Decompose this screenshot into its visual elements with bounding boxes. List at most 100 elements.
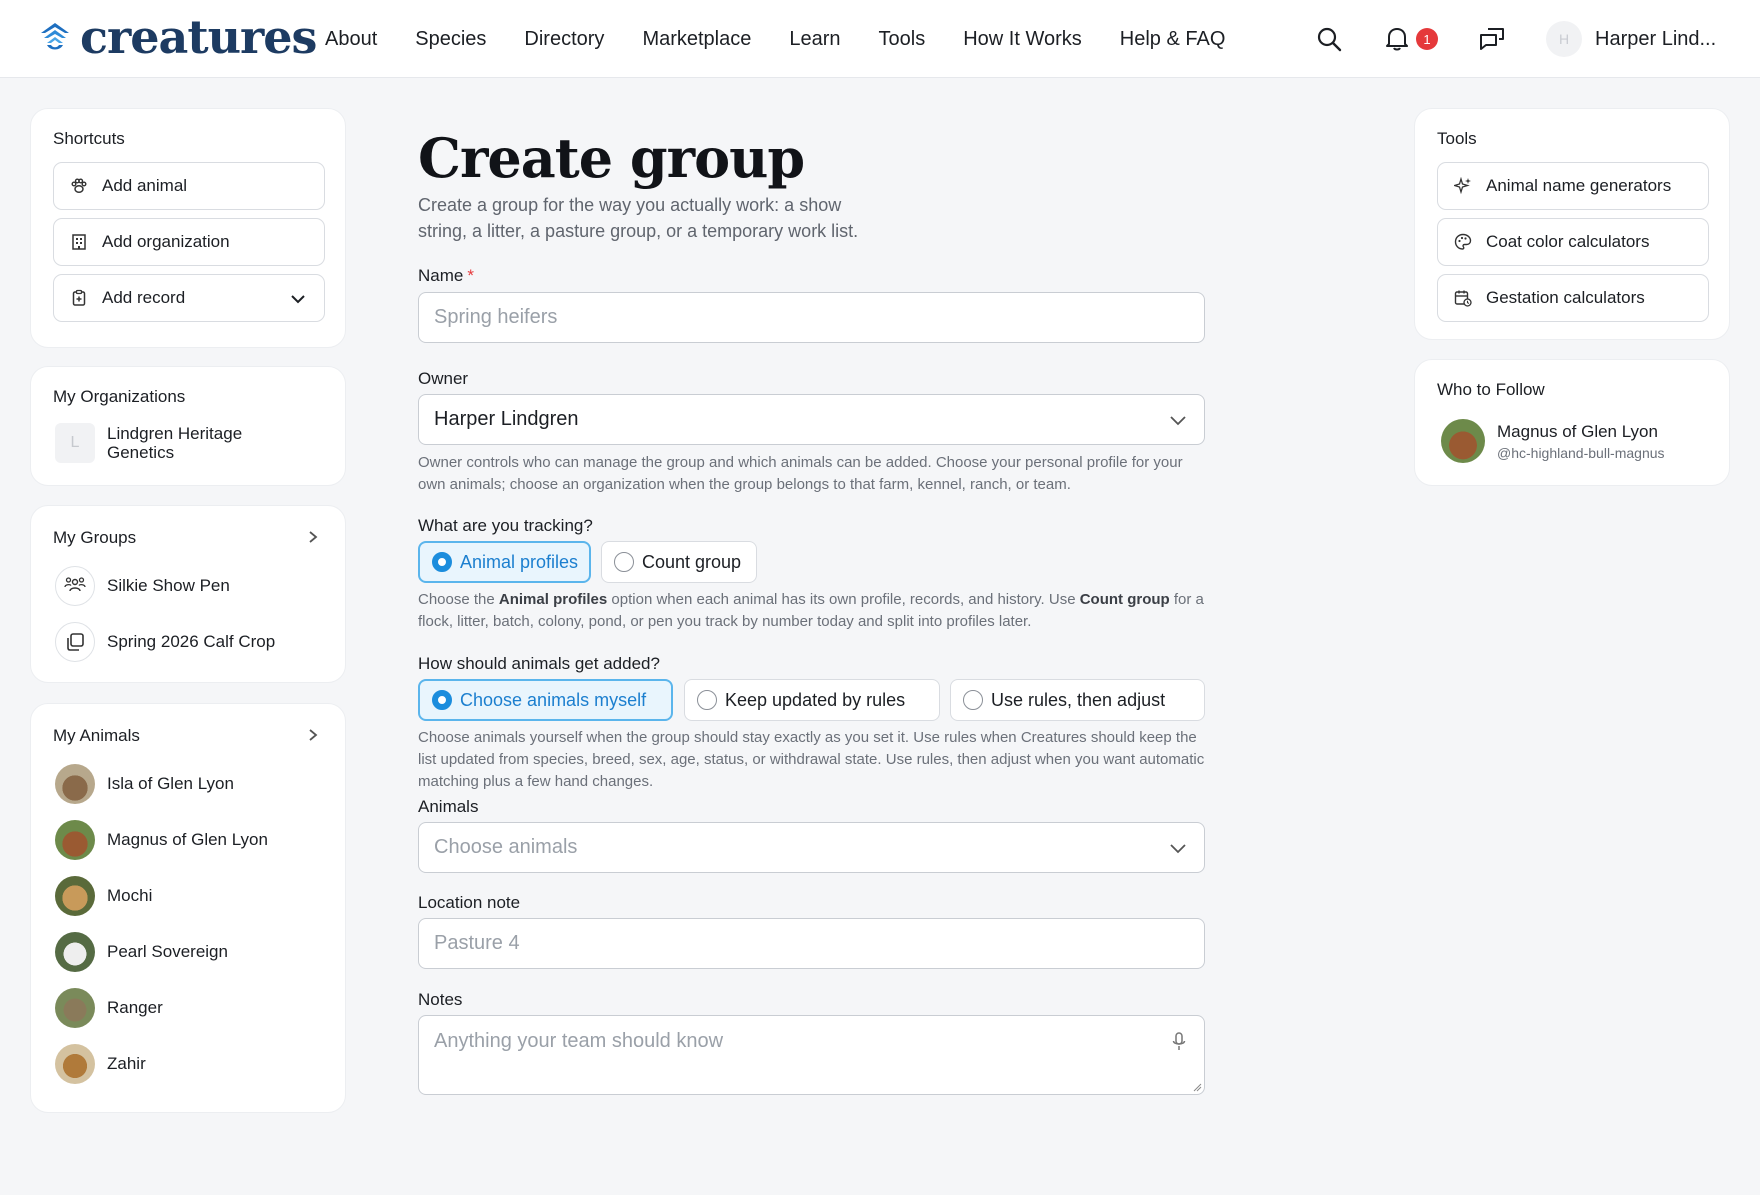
animals-placeholder: Choose animals [434, 836, 578, 858]
search-button[interactable] [1312, 22, 1346, 56]
bell-icon [1386, 28, 1408, 51]
building-icon [72, 234, 86, 250]
chevron-right-icon[interactable] [307, 531, 319, 543]
my-organizations-title: My Organizations [53, 387, 186, 406]
shortcuts-card: Shortcuts Add animal Add organization Ad… [30, 108, 346, 348]
tools-card: Tools Animal name generators Coat color … [1414, 108, 1730, 340]
location-input[interactable]: Pasture 4 [418, 918, 1205, 969]
group-people-icon [64, 577, 86, 592]
animal-item[interactable]: Zahir [55, 1044, 146, 1084]
follow-name: Magnus of Glen Lyon [1497, 421, 1658, 441]
microphone-icon[interactable] [1172, 1032, 1186, 1052]
chevron-down-icon [1170, 844, 1186, 854]
adding-help-text: Choose animals yourself when the group s… [418, 729, 1205, 790]
resize-handle-icon[interactable] [1192, 1082, 1202, 1092]
tracking-option-label: Animal profiles [460, 551, 579, 572]
palette-icon [1454, 233, 1472, 250]
animal-item[interactable]: Pearl Sovereign [55, 932, 228, 972]
group-name: Spring 2026 Calf Crop [107, 632, 276, 651]
clipboard-plus-icon [72, 289, 86, 306]
animal-avatar [55, 876, 95, 916]
animal-name: Isla of Glen Lyon [107, 774, 234, 793]
sparkles-icon [1454, 177, 1471, 195]
nav-learn[interactable]: Learn [789, 26, 840, 52]
notification-count-badge: 1 [1416, 28, 1438, 50]
animal-avatar [55, 820, 95, 860]
radio-unselected [697, 690, 717, 710]
who-to-follow-title: Who to Follow [1437, 380, 1545, 399]
nav-directory[interactable]: Directory [524, 26, 604, 52]
owner-label: Owner [418, 369, 469, 388]
nav-how-it-works[interactable]: How It Works [963, 26, 1082, 52]
group-item[interactable]: Silkie Show Pen [55, 566, 230, 606]
adding-option-rules[interactable]: Keep updated by rules [684, 679, 940, 721]
organization-name: Lindgren Heritage Genetics [107, 424, 243, 462]
organization-avatar: L [55, 423, 95, 463]
tracking-option-label: Count group [642, 551, 742, 572]
animal-item[interactable]: Ranger [55, 988, 163, 1028]
tool-label: Animal name generators [1486, 176, 1672, 195]
location-label: Location note [418, 893, 521, 912]
nav-marketplace[interactable]: Marketplace [642, 26, 751, 52]
animal-name: Ranger [107, 998, 163, 1017]
group-item[interactable]: Spring 2026 Calf Crop [55, 622, 275, 662]
organization-item[interactable]: L Lindgren Heritage Genetics [55, 423, 287, 463]
animals-select[interactable]: Choose animals [418, 822, 1205, 873]
adding-label: How should animals get added? [418, 654, 660, 673]
chat-icon [1480, 28, 1504, 50]
tracking-option-count-group[interactable]: Count group [601, 541, 757, 583]
owner-select[interactable]: Harper Lindgren [418, 394, 1205, 445]
my-organizations-card: My Organizations L Lindgren Heritage Gen… [30, 366, 346, 486]
add-animal-label: Add animal [102, 176, 188, 195]
tool-label: Gestation calculators [1486, 288, 1645, 307]
adding-option-rules-adjust[interactable]: Use rules, then adjust [950, 679, 1205, 721]
nav-help-faq[interactable]: Help & FAQ [1120, 26, 1226, 52]
add-organization-button[interactable]: Add organization [53, 218, 325, 266]
chevron-down-icon [291, 295, 305, 304]
owner-help-text: Owner controls who can manage the group … [418, 454, 1183, 493]
animals-label: Animals [418, 797, 479, 816]
name-input[interactable]: Spring heifers [418, 292, 1205, 343]
required-marker: * [467, 266, 474, 285]
tracking-help-text: Choose the Animal profiles option when e… [418, 591, 1204, 630]
animal-item[interactable]: Magnus of Glen Lyon [55, 820, 268, 860]
animal-item[interactable]: Isla of Glen Lyon [55, 764, 234, 804]
add-record-button[interactable]: Add record [53, 274, 325, 322]
brand-logo[interactable]: creatures [38, 14, 317, 60]
my-animals-title[interactable]: My Animals [53, 726, 140, 746]
creatures-logo-icon [41, 23, 69, 50]
coat-color-calculators-button[interactable]: Coat color calculators [1437, 218, 1709, 266]
page-title: Create group [418, 126, 805, 190]
nav-about[interactable]: About [325, 26, 377, 52]
messages-button[interactable] [1475, 22, 1509, 56]
my-groups-title[interactable]: My Groups [53, 528, 136, 548]
notes-textarea[interactable]: Anything your team should know [418, 1015, 1205, 1095]
calendar-clock-icon [1454, 290, 1472, 307]
notes-label: Notes [418, 990, 463, 1009]
group-name: Silkie Show Pen [107, 576, 230, 595]
user-menu-name[interactable]: Harper Lind... [1595, 28, 1716, 51]
animal-item[interactable]: Mochi [55, 876, 152, 916]
copy-stack-icon [67, 633, 84, 651]
tracking-option-animal-profiles[interactable]: Animal profiles [418, 541, 591, 583]
follow-avatar [1441, 419, 1485, 463]
nav-tools[interactable]: Tools [879, 26, 926, 52]
chevron-right-icon[interactable] [307, 729, 319, 741]
add-animal-button[interactable]: Add animal [53, 162, 325, 210]
notifications-button[interactable] [1380, 22, 1414, 56]
animal-avatar [55, 1044, 95, 1084]
adding-option-choose-myself[interactable]: Choose animals myself [418, 679, 673, 721]
tool-label: Coat color calculators [1486, 232, 1650, 251]
add-record-label: Add record [102, 288, 186, 307]
radio-selected [432, 552, 452, 572]
chevron-down-icon [1170, 416, 1186, 426]
adding-option-label: Choose animals myself [460, 689, 647, 710]
follow-suggestion[interactable]: Magnus of Glen Lyon @hc-highland-bull-ma… [1441, 419, 1665, 463]
my-animals-card: My Animals Isla of Glen Lyon Magnus of G… [30, 703, 346, 1113]
user-avatar[interactable]: H [1546, 21, 1582, 57]
tracking-label: What are you tracking? [418, 516, 593, 535]
animal-name-generators-button[interactable]: Animal name generators [1437, 162, 1709, 210]
gestation-calculators-button[interactable]: Gestation calculators [1437, 274, 1709, 322]
animal-avatar [55, 988, 95, 1028]
nav-species[interactable]: Species [415, 26, 486, 52]
